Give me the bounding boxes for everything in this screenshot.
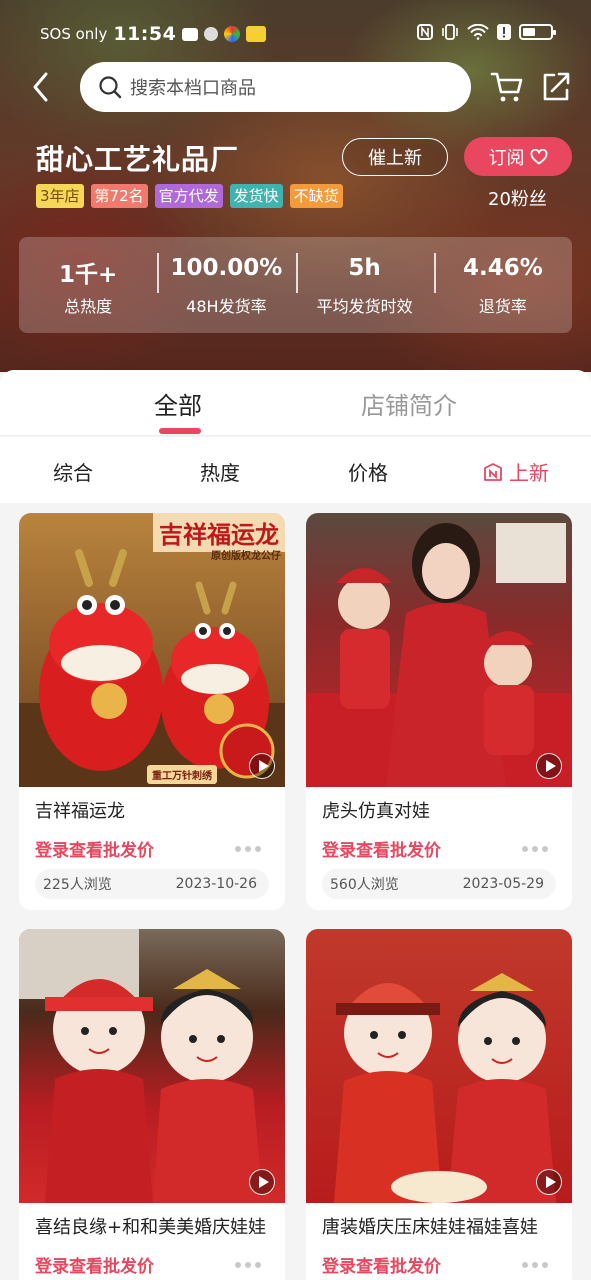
view-count: 560人浏览	[330, 877, 399, 893]
clock: 11:54	[113, 23, 177, 45]
stat-avg-ship-time: 5h 平均发货时效	[295, 237, 434, 333]
login-for-price-link[interactable]: 登录查看批发价	[35, 836, 154, 861]
back-arrow-icon[interactable]	[26, 68, 56, 106]
wifi-icon	[467, 24, 489, 40]
stat-label: 总热度	[64, 297, 113, 316]
dolls-photo-illustration	[306, 523, 572, 787]
product-image[interactable]	[306, 929, 572, 1203]
product-card[interactable]: 唐装婚庆压床娃娃福娃喜娃 登录查看批发价	[306, 929, 572, 1280]
content-tabs: 全部 店铺简介	[0, 370, 591, 436]
product-meta: 225人浏览 2023-10-26	[35, 869, 269, 899]
cart-icon[interactable]	[490, 70, 524, 104]
shop-tag: 不缺货	[289, 184, 343, 208]
product-card[interactable]: 虎头仿真对娃 登录查看批发价 560人浏览 2023-05-29	[306, 513, 572, 910]
stat-value: 1千+	[58, 262, 118, 288]
sort-new[interactable]: 上新	[483, 457, 549, 486]
play-video-icon[interactable]	[249, 753, 275, 779]
search-input[interactable]: 搜索本档口商品	[80, 62, 471, 112]
status-bar: SOS only 11:54	[0, 18, 591, 50]
fans-count: 20粉丝	[488, 189, 547, 210]
stat-value: 100.00%	[170, 255, 283, 281]
listing-date: 2023-05-29	[462, 876, 544, 892]
shop-tag: 第72名	[90, 184, 148, 208]
colorful-app-icon	[224, 26, 241, 42]
stat-label: 退货率	[478, 297, 527, 316]
stat-label: 48H发货率	[186, 297, 267, 316]
stat-label: 平均发货时效	[316, 297, 413, 316]
more-options-icon[interactable]	[522, 1262, 548, 1268]
listing-date: 2023-10-26	[175, 876, 257, 892]
new-arrival-icon	[484, 462, 502, 481]
view-count: 225人浏览	[43, 877, 112, 893]
more-options-icon[interactable]	[235, 846, 261, 852]
product-card[interactable]: 吉祥福运龙 原创版权龙公仔 重工万针刺绣 吉祥福运龙 登录查看批发价 225人浏…	[19, 513, 285, 910]
carrier-text: SOS only	[40, 25, 108, 43]
stat-return-rate: 4.46% 退货率	[433, 237, 572, 333]
share-icon[interactable]	[540, 70, 572, 104]
tab-shop-intro[interactable]: 店铺简介	[361, 386, 457, 421]
shop-tags: 3年店 第72名 官方代发 发货快 不缺货	[36, 184, 343, 208]
nfc-icon	[417, 24, 433, 40]
login-for-price-link[interactable]: 登录查看批发价	[322, 836, 441, 861]
sort-comprehensive[interactable]: 综合	[53, 457, 93, 486]
shop-stats-panel: 1千+ 总热度 100.00% 48H发货率 5h 平均发货时效 4.46% 退…	[19, 237, 572, 333]
shop-tag: 官方代发	[154, 184, 223, 208]
urge-new-button[interactable]: 催上新	[342, 138, 448, 176]
product-image-badge: 重工万针刺绣	[147, 765, 217, 784]
sort-popularity[interactable]: 热度	[200, 457, 240, 486]
tang-suit-dolls-illustration	[334, 973, 556, 1203]
product-image-subtitle: 原创版权龙公仔	[211, 551, 281, 562]
stat-value: 4.46%	[462, 255, 543, 281]
play-video-icon[interactable]	[536, 1169, 562, 1195]
product-title: 唐装婚庆压床娃娃福娃喜娃	[322, 1217, 538, 1238]
login-for-price-link[interactable]: 登录查看批发价	[35, 1252, 154, 1277]
app-notification-icon	[204, 27, 219, 41]
shop-name: 甜心工艺礼品厂	[36, 143, 240, 176]
subscribe-label: 订阅	[488, 147, 525, 169]
product-image[interactable]: 吉祥福运龙 原创版权龙公仔 重工万针刺绣	[19, 513, 285, 787]
product-card[interactable]: 喜结良缘+和和美美婚庆娃娃 登录查看批发价	[19, 929, 285, 1280]
more-options-icon[interactable]	[522, 846, 548, 852]
alert-icon	[497, 24, 511, 40]
more-options-icon[interactable]	[235, 1262, 261, 1268]
play-video-icon[interactable]	[536, 753, 562, 779]
heart-icon	[530, 148, 547, 164]
tab-all[interactable]: 全部	[154, 386, 202, 421]
product-title: 喜结良缘+和和美美婚庆娃娃	[35, 1217, 267, 1238]
stat-48h-ship-rate: 100.00% 48H发货率	[157, 237, 295, 333]
shop-tag: 3年店	[36, 184, 84, 208]
product-image[interactable]	[19, 929, 285, 1203]
play-video-icon[interactable]	[249, 1169, 275, 1195]
subscribe-button[interactable]: 订阅	[464, 137, 572, 176]
active-tab-indicator	[159, 428, 201, 434]
stat-popularity: 1千+ 总热度	[19, 237, 157, 333]
search-placeholder: 搜索本档口商品	[130, 78, 256, 99]
product-title: 虎头仿真对娃	[322, 801, 430, 822]
search-icon	[99, 76, 122, 99]
urge-new-label: 催上新	[368, 148, 422, 169]
sort-price[interactable]: 价格	[348, 457, 388, 486]
yellow-app-icon	[246, 26, 267, 42]
vibrate-icon	[442, 24, 458, 40]
product-meta: 560人浏览 2023-05-29	[322, 869, 556, 899]
wedding-dolls-illustration	[19, 929, 263, 1203]
battery-icon	[519, 24, 556, 40]
shop-tag: 发货快	[229, 184, 283, 208]
sort-bar: 综合 热度 价格 上新	[0, 437, 591, 503]
product-image[interactable]	[306, 513, 572, 787]
product-title: 吉祥福运龙	[35, 801, 125, 822]
mail-icon	[182, 27, 199, 41]
stat-value: 5h	[348, 255, 381, 281]
login-for-price-link[interactable]: 登录查看批发价	[322, 1252, 441, 1277]
top-navigation: 搜索本档口商品	[0, 62, 591, 112]
sort-new-label: 上新	[509, 461, 549, 485]
